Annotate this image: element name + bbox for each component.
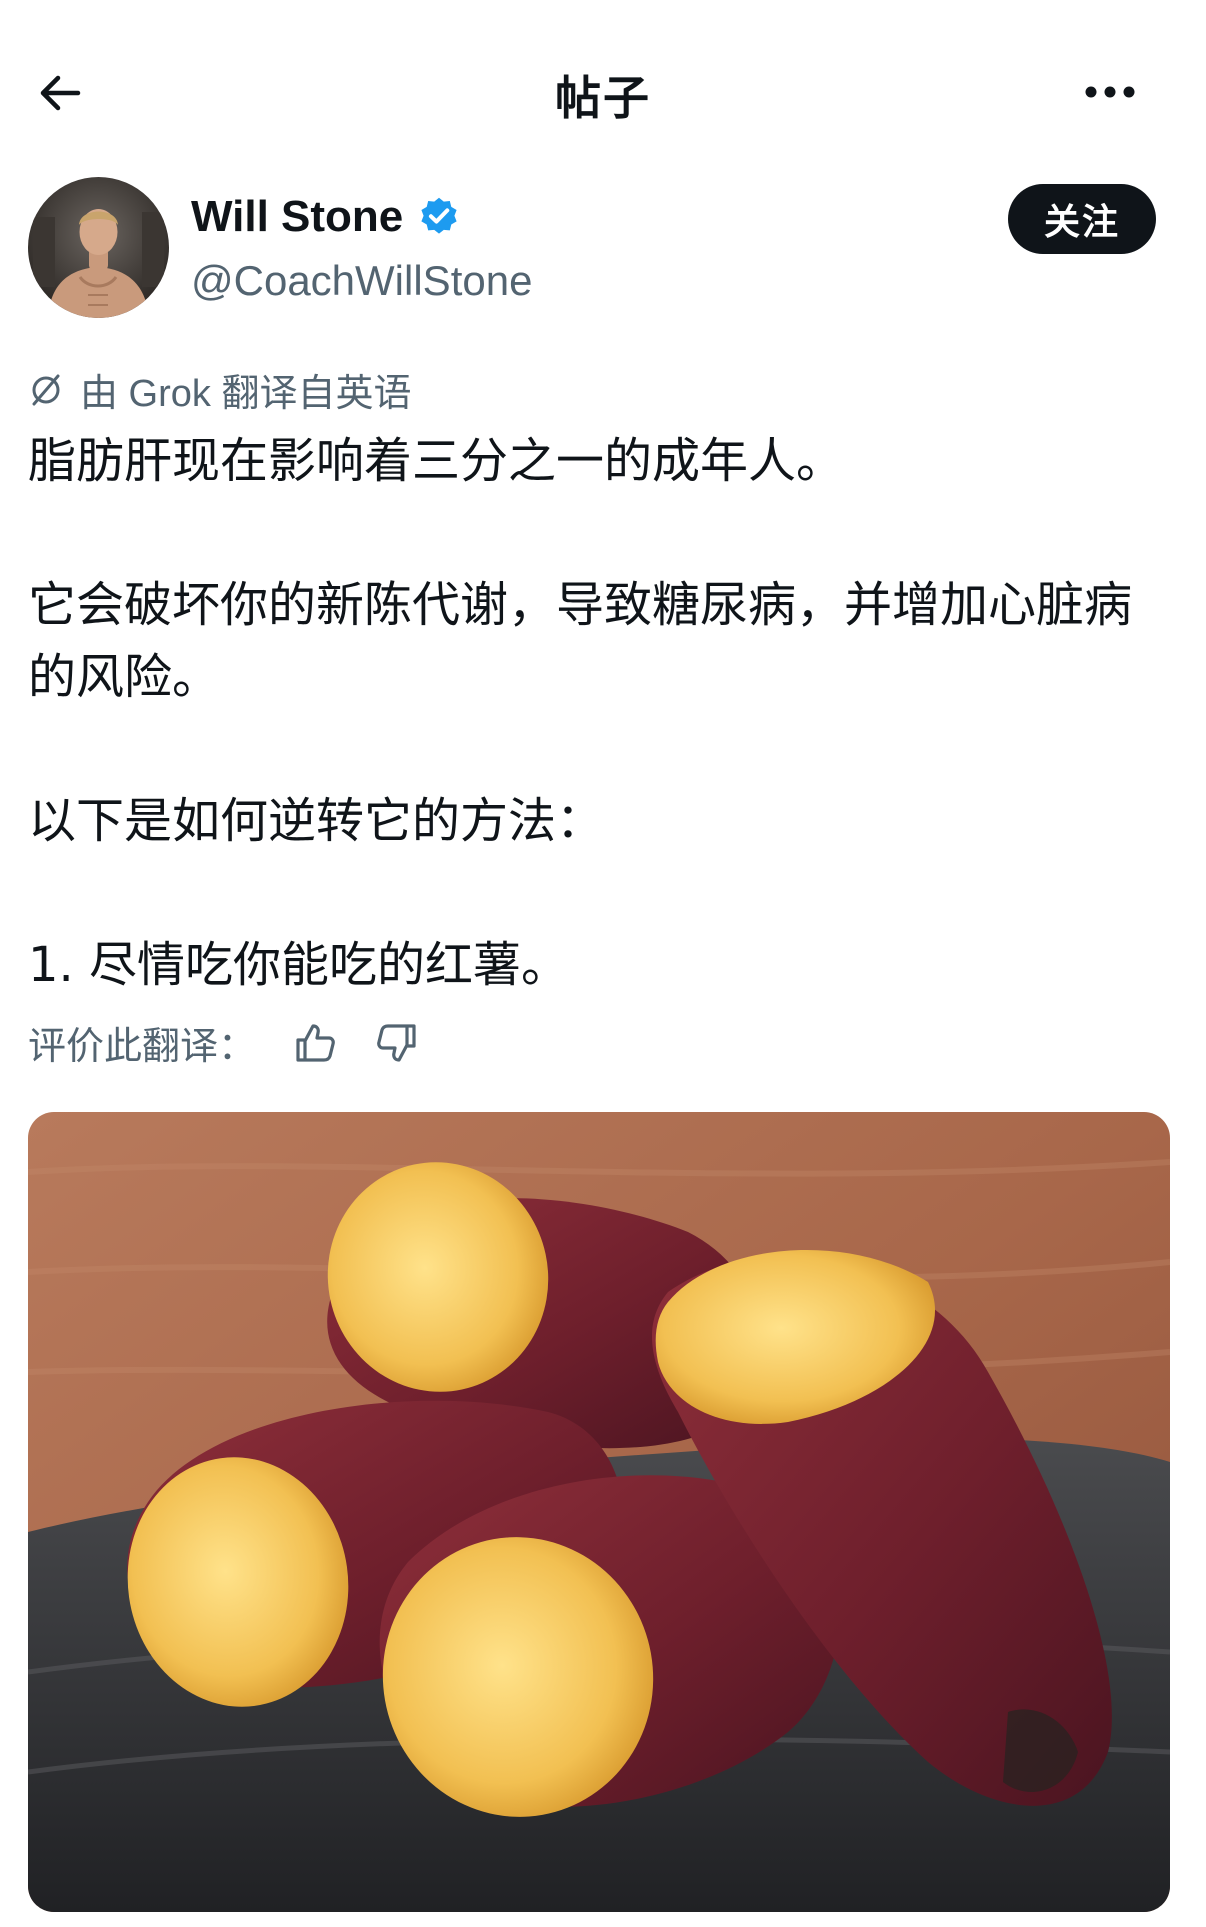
- follow-button[interactable]: 关注: [1008, 184, 1156, 254]
- post-paragraph: 1. 尽情吃你能吃的红薯。: [28, 937, 570, 993]
- thumbs-down-icon[interactable]: [374, 1020, 420, 1066]
- verified-badge-icon: [417, 195, 461, 239]
- display-name[interactable]: Will Stone: [191, 192, 403, 242]
- more-horizontal-icon: [1084, 84, 1136, 103]
- rate-translation-row: 评价此翻译：: [28, 1015, 420, 1070]
- post-body: 脂肪肝现在影响着三分之一的成年人。 它会破坏你的新陈代谢，导致糖尿病，并增加心脏…: [28, 425, 1178, 1001]
- post-author: Will Stone @CoachWillStone 关注: [28, 177, 1178, 327]
- grok-icon: [28, 372, 64, 408]
- user-handle[interactable]: @CoachWillStone: [191, 257, 532, 305]
- translation-note[interactable]: 由 Grok 翻译自英语: [28, 362, 411, 417]
- rate-translation-label: 评价此翻译：: [28, 1024, 257, 1068]
- post-paragraph: 它会破坏你的新陈代谢，导致糖尿病，并增加心脏病的风险。: [28, 577, 1133, 705]
- more-options-button[interactable]: [1075, 68, 1145, 118]
- post-paragraph: 脂肪肝现在影响着三分之一的成年人。: [28, 433, 845, 489]
- avatar[interactable]: [28, 177, 169, 318]
- top-navigation-bar: 帖子: [0, 0, 1206, 190]
- thumbs-up-icon[interactable]: [292, 1020, 338, 1066]
- translation-note-text: 由 Grok 翻译自英语: [80, 373, 412, 415]
- name-row: Will Stone: [191, 192, 461, 242]
- post-paragraph: 以下是如何逆转它的方法：: [28, 793, 605, 849]
- post-image[interactable]: [28, 1112, 1170, 1912]
- page-title: 帖子: [555, 71, 651, 125]
